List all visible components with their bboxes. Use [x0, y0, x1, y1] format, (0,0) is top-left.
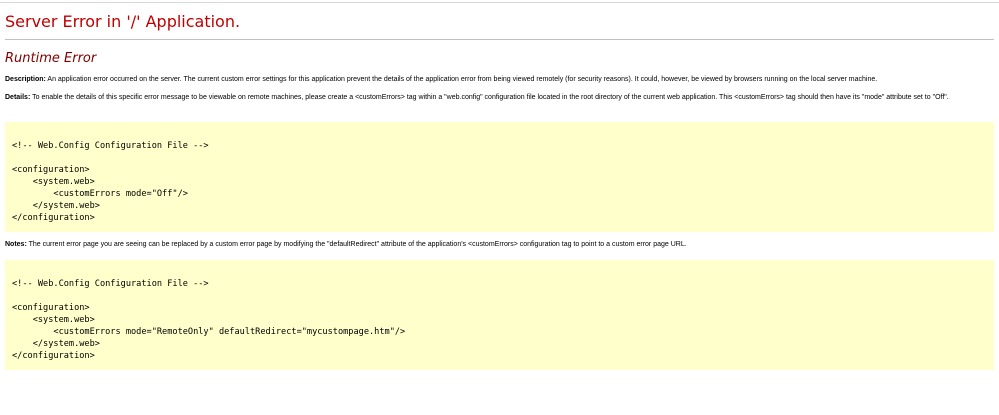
- description-label: Description:: [5, 76, 46, 83]
- title-divider: [5, 39, 994, 40]
- notes-paragraph: Notes: The current error page you are se…: [5, 241, 990, 249]
- error-subtitle: Runtime Error: [5, 51, 97, 66]
- config-code-block-off: <!-- Web.Config Configuration File --> <…: [5, 122, 994, 232]
- config-code-remoteonly: <!-- Web.Config Configuration File --> <…: [12, 279, 406, 361]
- top-divider: [0, 2, 999, 3]
- description-paragraph: Description: An application error occurr…: [5, 76, 990, 84]
- details-paragraph: Details: To enable the details of this s…: [5, 94, 990, 102]
- details-text: To enable the details of this specific e…: [32, 94, 949, 101]
- page-title: Server Error in '/' Application.: [5, 12, 241, 31]
- notes-text: The current error page you are seeing ca…: [28, 241, 687, 248]
- details-label: Details:: [5, 94, 31, 101]
- notes-label: Notes:: [5, 241, 27, 248]
- config-code-block-remoteonly: <!-- Web.Config Configuration File --> <…: [5, 260, 994, 370]
- description-text: An application error occurred on the ser…: [47, 76, 878, 83]
- config-code-off: <!-- Web.Config Configuration File --> <…: [12, 141, 209, 223]
